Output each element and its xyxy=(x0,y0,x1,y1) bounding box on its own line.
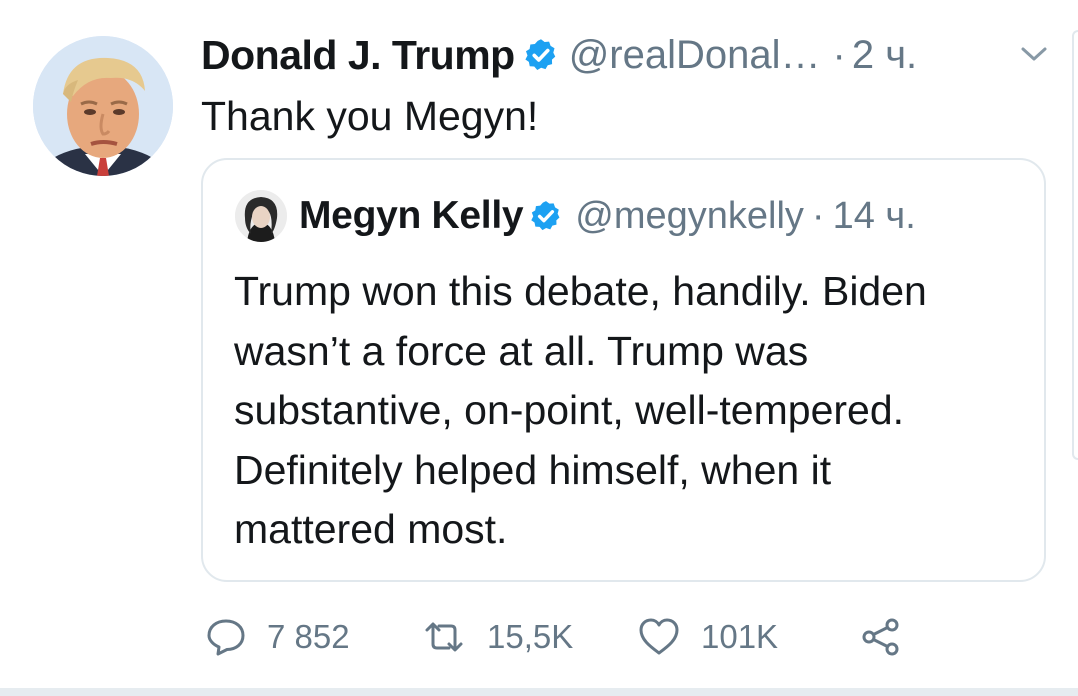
quoted-tweet-timestamp[interactable]: 14 ч. xyxy=(833,195,916,238)
quoted-text-line: Definitely helped himself, when it xyxy=(234,446,832,493)
quoted-author-handle[interactable]: @megynkelly xyxy=(575,195,804,238)
heart-icon xyxy=(637,616,681,658)
chevron-down-icon[interactable] xyxy=(1020,44,1048,64)
author-name[interactable]: Donald J. Trump xyxy=(201,32,515,79)
retweet-count: 15,5K xyxy=(487,618,574,655)
quoted-author-name[interactable]: Megyn Kelly xyxy=(299,194,524,238)
tweet-actions: 7 852 15,5K 101K xyxy=(205,614,925,660)
quoted-text-line: substantive, on-point, well-tempered. xyxy=(234,387,905,433)
quoted-tweet-header: Megyn Kelly @megynkelly · 14 ч. xyxy=(235,190,916,242)
reply-count: 7 852 xyxy=(267,618,350,655)
verified-badge-icon xyxy=(529,199,563,233)
like-count: 101K xyxy=(701,618,779,655)
like-button[interactable]: 101K xyxy=(637,614,778,660)
share-icon xyxy=(860,616,902,658)
divider xyxy=(0,688,1078,696)
retweet-button[interactable]: 15,5K xyxy=(421,614,573,660)
separator-dot: · xyxy=(811,194,825,237)
verified-badge-icon xyxy=(523,37,559,73)
quoted-tweet-text: Trump won this debate, handily. Biden wa… xyxy=(234,262,1024,560)
reply-button[interactable]: 7 852 xyxy=(205,614,350,660)
tweet-header: Donald J. Trump @realDonal… · 2 ч. xyxy=(201,28,1048,82)
quoted-author-avatar xyxy=(235,190,287,242)
quoted-text-line: mattered most. xyxy=(234,506,508,552)
author-photo xyxy=(33,36,173,176)
retweet-icon xyxy=(421,616,467,658)
reply-icon xyxy=(205,616,247,658)
quoted-text-line: Trump won this debate, handily. Biden xyxy=(234,268,927,314)
quoted-tweet-card[interactable]: Megyn Kelly @megynkelly · 14 ч. Trump wo… xyxy=(201,158,1046,582)
tweet-timestamp[interactable]: 2 ч. xyxy=(852,33,917,78)
quoted-text-line: wasn’t a force at all. Trump was xyxy=(234,327,809,374)
author-avatar[interactable] xyxy=(33,36,173,176)
author-handle[interactable]: @realDonal… xyxy=(569,33,821,78)
tweet-text: Thank you Megyn! xyxy=(201,93,539,139)
separator-dot: · xyxy=(832,32,846,77)
share-button[interactable] xyxy=(860,614,902,660)
adjacent-card-edge xyxy=(1072,30,1078,460)
